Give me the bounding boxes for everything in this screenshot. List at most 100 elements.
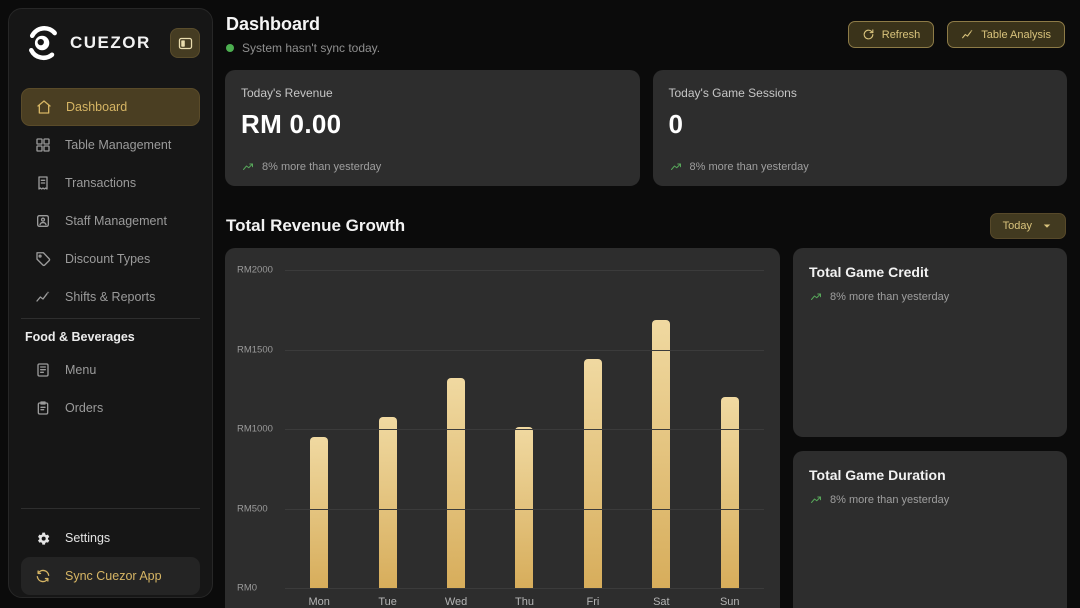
bar-fri: [584, 359, 602, 588]
stat-card-today-s-game-sessions: Today's Game Sessions 0 8% more than yeste…: [653, 70, 1068, 186]
sidebar-item-staff-management[interactable]: Staff Management: [21, 202, 200, 240]
side-card-total-game-duration: Total Game Duration 8% more than yesterda…: [793, 451, 1067, 608]
sidebar-item-label: Sync Cuezor App: [65, 569, 162, 583]
trend-indicator: 8% more than yesterday: [669, 161, 809, 173]
trend-up-icon: [809, 291, 824, 303]
sync-status: System hasn't sync today.: [226, 41, 380, 55]
sidebar-item-orders[interactable]: Orders: [21, 389, 200, 427]
sidebar-section-label: Food & Beverages: [25, 330, 135, 344]
bar-wed: [447, 378, 465, 588]
panel-left-icon: [177, 35, 194, 52]
sidebar-item-dashboard[interactable]: Dashboard: [21, 88, 200, 126]
sidebar-collapse-button[interactable]: [170, 28, 200, 58]
period-filter-dropdown[interactable]: Today: [990, 213, 1066, 239]
stat-label: Today's Game Sessions: [669, 86, 1052, 100]
status-text: System hasn't sync today.: [242, 41, 380, 55]
stat-label: Today's Revenue: [241, 86, 624, 100]
page-title: Dashboard: [226, 14, 320, 35]
gridline: [285, 588, 764, 589]
gear-icon: [35, 530, 51, 546]
sidebar-item-table-management[interactable]: Table Management: [21, 126, 200, 164]
tag-icon: [35, 251, 51, 267]
trend-indicator: 8% more than yesterday: [809, 494, 1051, 506]
gridline: [285, 350, 764, 351]
activity-icon: [961, 28, 974, 41]
trend-up-icon: [669, 161, 684, 173]
gridline: [285, 270, 764, 271]
x-axis-label-thu: Thu: [490, 596, 558, 608]
home-icon: [36, 99, 52, 115]
revenue-section-title: Total Revenue Growth: [226, 216, 405, 236]
trend-up-icon: [809, 494, 824, 506]
sync-icon: [35, 568, 51, 584]
sidebar-item-label: Shifts & Reports: [65, 290, 155, 304]
bar-tue: [379, 417, 397, 588]
y-axis-tick-label: RM0: [237, 583, 283, 594]
sidebar-item-label: Transactions: [65, 176, 136, 190]
y-axis-tick-label: RM500: [237, 503, 283, 514]
sidebar-divider: [21, 508, 200, 509]
stat-card-today-s-revenue: Today's Revenue RM 0.00 8% more than yeste…: [225, 70, 640, 186]
menu-book-icon: [35, 362, 51, 378]
stats-row: Today's Revenue RM 0.00 8% more than yeste…: [225, 70, 1067, 186]
gridline: [285, 509, 764, 510]
x-axis-label-mon: Mon: [285, 596, 353, 608]
bar-sat: [652, 320, 670, 588]
trend-text: 8% more than yesterday: [830, 291, 949, 303]
side-cards: Total Game Credit8% more than yesterdayT…: [793, 248, 1067, 608]
refresh-icon: [862, 28, 875, 41]
y-axis-tick-label: RM1500: [237, 344, 283, 355]
sidebar-nav-footer: Settings Sync Cuezor App: [21, 519, 200, 595]
sidebar-item-label: Settings: [65, 531, 110, 545]
x-axis-label-tue: Tue: [353, 596, 421, 608]
sidebar-item-label: Discount Types: [65, 252, 150, 266]
sidebar-item-transactions[interactable]: Transactions: [21, 164, 200, 202]
sidebar-item-menu[interactable]: Menu: [21, 351, 200, 389]
x-axis-label-sun: Sun: [696, 596, 764, 608]
stat-value: RM 0.00: [241, 109, 624, 140]
side-card-title: Total Game Credit: [809, 264, 1051, 280]
header-buttons: Refresh Table Analysis: [848, 21, 1065, 48]
sidebar-item-sync-cuezor-app[interactable]: Sync Cuezor App: [21, 557, 200, 595]
trend-indicator: 8% more than yesterday: [241, 161, 381, 173]
brand-name: CUEZOR: [70, 33, 170, 53]
orders-icon: [35, 400, 51, 416]
period-filter-label: Today: [1003, 220, 1032, 232]
x-axis-label-wed: Wed: [422, 596, 490, 608]
gridline: [285, 429, 764, 430]
y-axis-tick-label: RM1000: [237, 424, 283, 435]
bar-sun: [721, 397, 739, 588]
sidebar-item-shifts-reports[interactable]: Shifts & Reports: [21, 278, 200, 316]
table-analysis-button[interactable]: Table Analysis: [947, 21, 1065, 48]
id-badge-icon: [35, 213, 51, 229]
refresh-button[interactable]: Refresh: [848, 21, 935, 48]
sidebar-item-label: Menu: [65, 363, 96, 377]
y-axis-tick-label: RM2000: [237, 265, 283, 276]
bar-mon: [310, 437, 328, 588]
grid-icon: [35, 137, 51, 153]
sidebar-item-label: Table Management: [65, 138, 171, 152]
button-label: Table Analysis: [981, 29, 1051, 41]
side-card-title: Total Game Duration: [809, 467, 1051, 483]
side-card-total-game-credit: Total Game Credit 8% more than yesterday: [793, 248, 1067, 437]
revenue-chart-card: RM2000RM1500RM1000RM500RM0 MonTueWedThuF…: [225, 248, 780, 608]
x-axis-label-sat: Sat: [627, 596, 695, 608]
sidebar-item-discount-types[interactable]: Discount Types: [21, 240, 200, 278]
sidebar-item-label: Orders: [65, 401, 103, 415]
sidebar-divider: [21, 318, 200, 319]
logo-row: CUEZOR: [9, 9, 212, 61]
button-label: Refresh: [882, 29, 921, 41]
sidebar: CUEZOR Dashboard Table Management Transact…: [8, 8, 213, 598]
chart-x-axis-labels: MonTueWedThuFriSatSun: [285, 596, 764, 608]
trend-text: 8% more than yesterday: [262, 161, 381, 173]
trend-text: 8% more than yesterday: [690, 161, 809, 173]
trend-indicator: 8% more than yesterday: [809, 291, 1051, 303]
revenue-bar-chart: RM2000RM1500RM1000RM500RM0: [285, 270, 764, 588]
cuezor-logo-icon: [25, 25, 61, 61]
sidebar-item-settings[interactable]: Settings: [21, 519, 200, 557]
stat-value: 0: [669, 109, 1052, 140]
dashboard-screen: CUEZOR Dashboard Table Management Transact…: [0, 0, 1080, 608]
chevron-down-icon: [1041, 220, 1053, 232]
trend-text: 8% more than yesterday: [830, 494, 949, 506]
sidebar-nav-food-beverages: Menu Orders: [21, 351, 200, 427]
